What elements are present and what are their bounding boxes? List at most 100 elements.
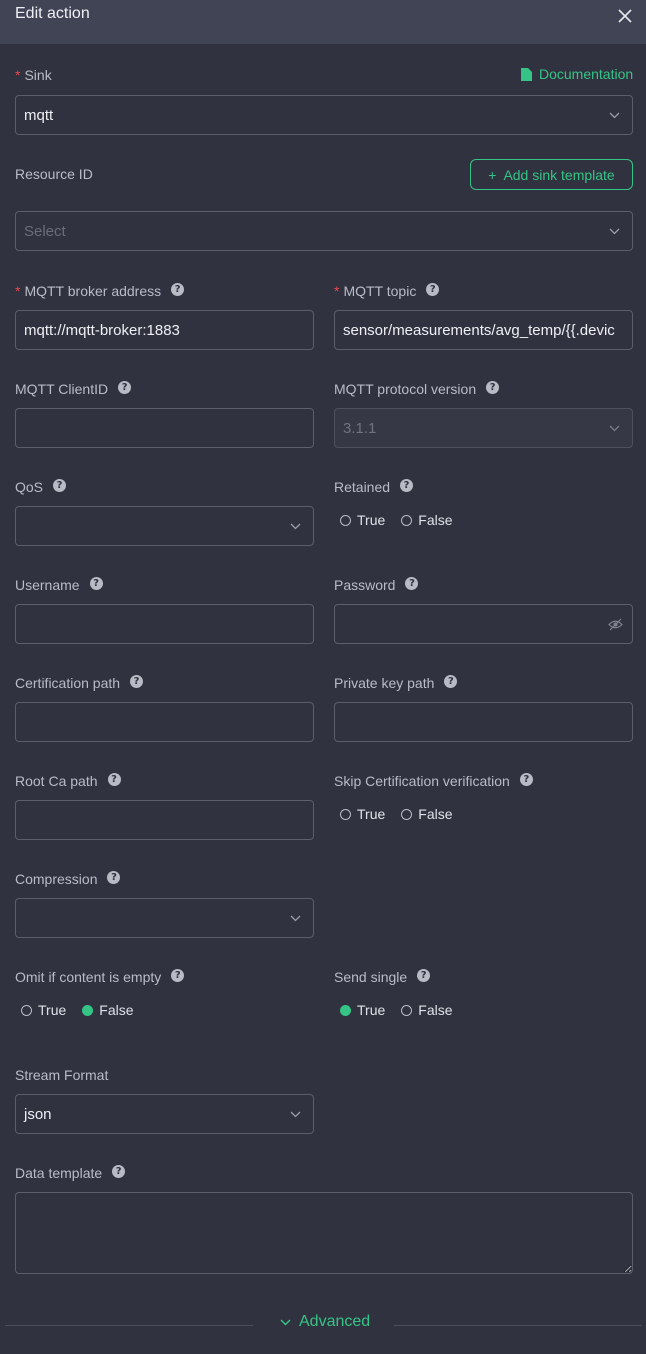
datatemplate-label: Data template — [15, 1165, 103, 1181]
chevron-down-icon — [290, 1111, 301, 1118]
qos-label: QoS — [15, 479, 44, 495]
resource-select[interactable]: Select — [15, 211, 633, 251]
username-input[interactable] — [15, 604, 314, 644]
datatemplate-textarea[interactable] — [15, 1192, 633, 1274]
divider — [394, 1325, 642, 1326]
keypath-input[interactable] — [334, 702, 633, 742]
help-icon[interactable]: ? — [107, 772, 121, 786]
radio-label: False — [418, 1002, 453, 1018]
omit-label-wrap: Omit if content is empty ? — [15, 968, 185, 985]
sendsingle-true-radio[interactable]: True — [340, 1002, 385, 1018]
streamformat-value: json — [24, 1105, 52, 1123]
rootca-label-wrap: Root Ca path ? — [15, 772, 121, 789]
broker-label-wrap: * MQTT broker address ? — [15, 282, 185, 299]
radio-label: True — [357, 1002, 386, 1018]
retained-radio-group: True False — [340, 512, 469, 528]
help-icon[interactable]: ? — [118, 380, 132, 394]
help-icon[interactable]: ? — [89, 576, 103, 590]
sink-select[interactable]: mqtt — [15, 95, 633, 135]
certpath-label-wrap: Certification path ? — [15, 674, 144, 691]
omit-true-radio[interactable]: True — [21, 1002, 66, 1018]
documentation-label: Documentation — [539, 66, 634, 82]
clientid-input[interactable] — [15, 408, 314, 448]
skipcert-radio-group: True False — [340, 806, 469, 822]
radio-label: True — [357, 512, 386, 528]
document-icon — [521, 67, 532, 81]
rootca-input[interactable] — [15, 800, 314, 840]
eye-off-icon[interactable] — [608, 618, 623, 631]
radio-circle — [401, 808, 413, 820]
dialog-title: Edit action — [15, 5, 90, 22]
omit-label: Omit if content is empty — [15, 969, 162, 985]
sink-value: mqtt — [24, 106, 54, 124]
chevron-down-icon — [609, 228, 620, 235]
sink-label-wrap: * Sink — [15, 67, 52, 83]
chevron-down-icon — [290, 915, 301, 922]
sink-label: Sink — [24, 67, 52, 83]
help-icon[interactable]: ? — [171, 968, 185, 982]
help-icon[interactable]: ? — [112, 1164, 126, 1178]
retained-label: Retained — [334, 479, 391, 495]
radio-circle — [340, 514, 351, 526]
radio-circle — [401, 1004, 413, 1016]
sendsingle-label: Send single — [334, 969, 408, 985]
omit-radio-group: True False — [21, 1002, 150, 1018]
help-icon[interactable]: ? — [486, 380, 500, 394]
broker-input[interactable]: mqtt://mqtt-broker:1883 — [15, 310, 314, 350]
topic-input[interactable]: sensor/measurements/avg_temp/{{.devic — [334, 310, 633, 350]
help-icon[interactable]: ? — [53, 478, 67, 492]
compression-label-wrap: Compression ? — [15, 870, 121, 887]
radio-circle — [401, 514, 413, 526]
radio-circle-selected — [82, 1004, 94, 1016]
add-sink-template-button[interactable]: + Add sink template — [470, 159, 633, 190]
dialog-header: Edit action — [0, 0, 646, 44]
radio-circle — [340, 808, 351, 820]
help-icon[interactable]: ? — [426, 282, 440, 296]
password-label-wrap: Password ? — [334, 576, 419, 593]
help-icon[interactable]: ? — [400, 478, 414, 492]
datatemplate-label-wrap: Data template ? — [15, 1164, 126, 1181]
retained-false-radio[interactable]: False — [401, 512, 453, 528]
divider — [5, 1325, 253, 1326]
help-icon[interactable]: ? — [417, 968, 431, 982]
username-label: Username — [15, 577, 80, 593]
help-icon[interactable]: ? — [171, 282, 185, 296]
help-icon[interactable]: ? — [519, 772, 533, 786]
resource-label: Resource ID — [15, 166, 93, 182]
clientid-label-wrap: MQTT ClientID ? — [15, 380, 132, 397]
skipcert-false-radio[interactable]: False — [401, 806, 453, 822]
password-input[interactable] — [334, 604, 633, 644]
required-mark: * — [15, 67, 21, 83]
documentation-link[interactable]: Documentation — [521, 66, 633, 82]
qos-select[interactable] — [15, 506, 314, 546]
broker-value: mqtt://mqtt-broker:1883 — [24, 321, 180, 339]
protocol-label-wrap: MQTT protocol version ? — [334, 380, 500, 397]
compression-select[interactable] — [15, 898, 314, 938]
omit-false-radio[interactable]: False — [82, 1002, 134, 1018]
topic-value: sensor/measurements/avg_temp/{{.devic — [343, 321, 615, 339]
close-icon[interactable] — [616, 7, 634, 25]
radio-label: True — [357, 806, 386, 822]
certpath-input[interactable] — [15, 702, 314, 742]
compression-label: Compression — [15, 871, 98, 887]
skipcert-true-radio[interactable]: True — [340, 806, 385, 822]
streamformat-label: Stream Format — [15, 1067, 109, 1083]
help-icon[interactable]: ? — [107, 870, 121, 884]
streamformat-select[interactable]: json — [15, 1094, 314, 1134]
advanced-toggle[interactable]: Advanced — [280, 1313, 370, 1331]
resource-label-wrap: Resource ID — [15, 166, 93, 182]
skipcert-label-wrap: Skip Certification verification ? — [334, 772, 533, 789]
certpath-label: Certification path — [15, 675, 121, 691]
retained-true-radio[interactable]: True — [340, 512, 385, 528]
password-label: Password — [334, 577, 396, 593]
help-icon[interactable]: ? — [405, 576, 419, 590]
protocol-select[interactable]: 3.1.1 — [334, 408, 633, 448]
help-icon[interactable]: ? — [444, 674, 458, 688]
help-icon[interactable]: ? — [130, 674, 144, 688]
topic-label: MQTT topic — [343, 283, 417, 299]
required-mark: * — [334, 283, 340, 299]
retained-label-wrap: Retained ? — [334, 478, 414, 495]
chevron-down-icon — [280, 1318, 291, 1326]
sendsingle-false-radio[interactable]: False — [401, 1002, 453, 1018]
sendsingle-radio-group: True False — [340, 1002, 469, 1018]
